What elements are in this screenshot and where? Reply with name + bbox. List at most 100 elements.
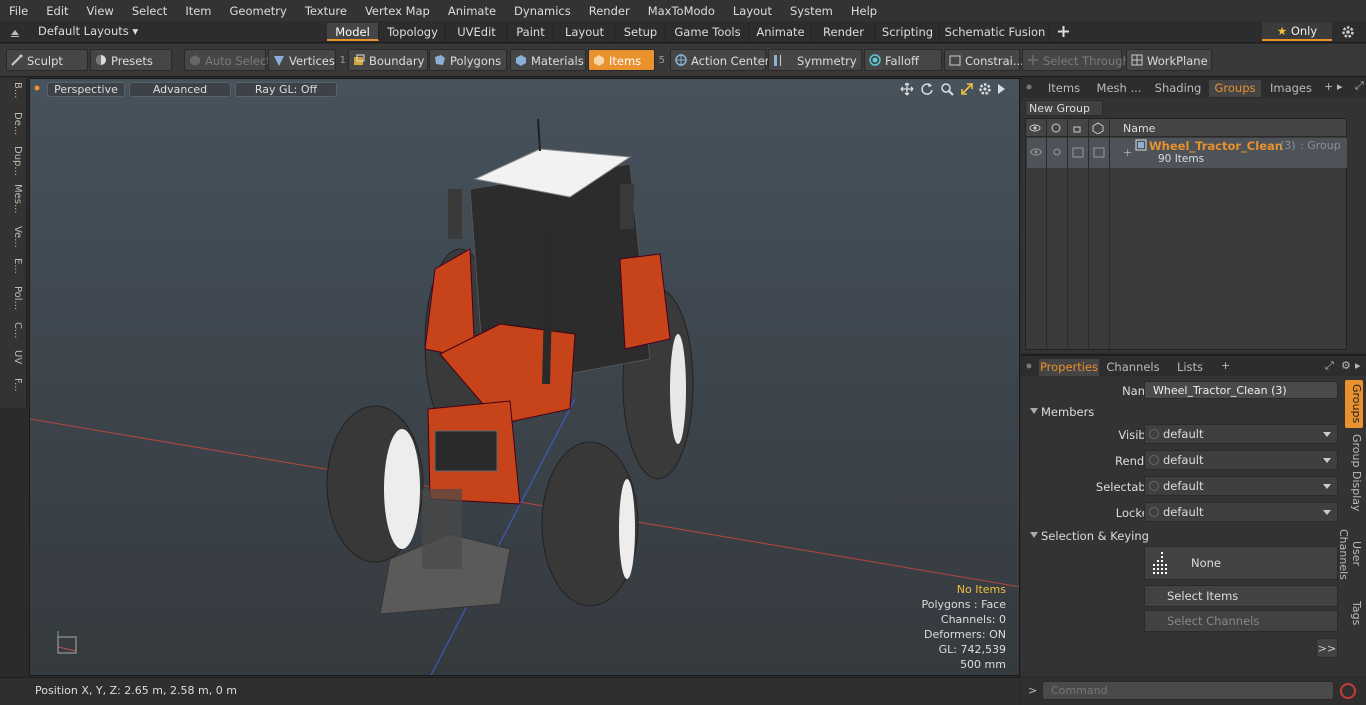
- ptab-properties[interactable]: Properties: [1039, 359, 1099, 376]
- menu-system[interactable]: System: [781, 4, 842, 18]
- rtab-shading[interactable]: Shading: [1151, 80, 1205, 97]
- left-tab-mesh-edit[interactable]: Mes...: [3, 184, 23, 214]
- gear-icon[interactable]: [1341, 25, 1355, 39]
- add-tab-icon[interactable]: [1057, 25, 1070, 38]
- menu-maxtomodo[interactable]: MaxToModo: [639, 4, 724, 18]
- menu-geometry[interactable]: Geometry: [221, 4, 296, 18]
- add-ptab-icon[interactable]: +: [1221, 359, 1230, 372]
- render-dropdown[interactable]: default: [1144, 450, 1338, 470]
- tab-uvedit[interactable]: UVEdit: [447, 23, 507, 41]
- props-expand-icon[interactable]: ⤢: [1325, 359, 1334, 373]
- expand-plus-icon[interactable]: +: [1123, 146, 1132, 159]
- polygons-button[interactable]: Polygons: [429, 49, 507, 71]
- name-input[interactable]: Wheel_Tractor_Clean (3): [1144, 381, 1338, 399]
- tab-scripting[interactable]: Scripting: [876, 23, 940, 41]
- left-tab-deform[interactable]: De...: [3, 112, 23, 135]
- tab-paint[interactable]: Paint: [508, 23, 554, 41]
- left-tab-polygon[interactable]: Pol...: [3, 286, 23, 310]
- collapse-up-icon[interactable]: [9, 26, 21, 38]
- props-more-icon[interactable]: ▸: [1355, 359, 1361, 372]
- auto-select-button[interactable]: Auto Select: [184, 49, 271, 71]
- side-tab-group-display[interactable]: Group Display: [1345, 434, 1363, 512]
- ptab-channels[interactable]: Channels: [1105, 359, 1161, 376]
- tab-game-tools[interactable]: Game Tools: [667, 23, 749, 41]
- left-tab-fusion[interactable]: F...: [3, 378, 23, 392]
- menu-vertex-map[interactable]: Vertex Map: [356, 4, 439, 18]
- menu-texture[interactable]: Texture: [296, 4, 356, 18]
- menu-item[interactable]: Item: [176, 4, 220, 18]
- rtab-images[interactable]: Images: [1265, 80, 1317, 97]
- side-tab-tags[interactable]: Tags: [1345, 598, 1363, 628]
- more-rtab-icon[interactable]: ▸: [1337, 80, 1343, 93]
- props-gear-icon[interactable]: ⚙: [1341, 359, 1351, 372]
- 3d-viewport[interactable]: Perspective Advanced Ray GL: Off No Item…: [29, 78, 1020, 676]
- tab-layout[interactable]: Layout: [555, 23, 615, 41]
- boundary-button[interactable]: Boundary: [348, 49, 428, 71]
- row-render-icon[interactable]: [1051, 146, 1063, 158]
- left-tab-basic[interactable]: B...: [3, 82, 23, 98]
- render-icon[interactable]: [1050, 122, 1062, 134]
- vertices-button[interactable]: Vertices 1: [268, 49, 346, 71]
- workplane-button[interactable]: WorkPlane: [1126, 49, 1212, 71]
- command-input[interactable]: [1042, 681, 1334, 700]
- rtab-mesh[interactable]: Mesh ...: [1091, 80, 1147, 97]
- menu-view[interactable]: View: [78, 4, 123, 18]
- side-tab-groups[interactable]: Groups: [1345, 380, 1363, 428]
- row-lock-icon[interactable]: [1072, 146, 1084, 158]
- rtab-groups[interactable]: Groups: [1209, 80, 1261, 97]
- menu-help[interactable]: Help: [842, 4, 886, 18]
- panel-expand-icon[interactable]: ⤢: [1355, 79, 1364, 93]
- select-through-button[interactable]: Select Through: [1022, 49, 1130, 71]
- side-tab-user-channels[interactable]: User Channels: [1337, 516, 1363, 592]
- menu-file[interactable]: File: [0, 4, 37, 18]
- menu-layout[interactable]: Layout: [724, 4, 781, 18]
- menu-dynamics[interactable]: Dynamics: [505, 4, 580, 18]
- group-row[interactable]: + Wheel_Tractor_Clean (3) : Group 90 Ite…: [1027, 138, 1347, 168]
- select-channels-button[interactable]: Select Channels: [1144, 610, 1338, 632]
- add-rtab-icon[interactable]: +: [1324, 80, 1333, 93]
- selectable-dropdown[interactable]: default: [1144, 476, 1338, 496]
- presets-button[interactable]: Presets: [90, 49, 172, 71]
- action-center-button[interactable]: Action Center: [670, 49, 769, 71]
- panel-menu-dot-icon[interactable]: [1025, 83, 1033, 91]
- groups-scrollbar[interactable]: [1349, 118, 1361, 350]
- tab-animate[interactable]: Animate: [750, 23, 812, 41]
- menu-animate[interactable]: Animate: [439, 4, 505, 18]
- lock-icon[interactable]: [1071, 122, 1083, 134]
- none-button[interactable]: None: [1144, 546, 1338, 580]
- materials-button[interactable]: Materials: [510, 49, 586, 71]
- left-tab-uv[interactable]: UV: [3, 350, 23, 364]
- left-tab-edge[interactable]: E...: [3, 258, 23, 274]
- constraints-button[interactable]: Constrai...: [944, 49, 1024, 71]
- tab-topology[interactable]: Topology: [380, 23, 446, 41]
- tab-setup[interactable]: Setup: [616, 23, 666, 41]
- only-button[interactable]: ★ Only: [1262, 22, 1332, 41]
- record-icon[interactable]: [1339, 682, 1357, 700]
- ptab-lists[interactable]: Lists: [1167, 359, 1213, 376]
- rtab-items[interactable]: Items: [1041, 80, 1087, 97]
- tab-render[interactable]: Render: [813, 23, 875, 41]
- visibility-eye-icon[interactable]: [1029, 122, 1041, 134]
- tab-model[interactable]: Model: [327, 23, 379, 41]
- left-tab-duplicate[interactable]: Dup...: [3, 146, 23, 176]
- members-section[interactable]: Members: [1029, 405, 1094, 419]
- items-button[interactable]: Items 5: [588, 49, 665, 71]
- menu-edit[interactable]: Edit: [37, 4, 77, 18]
- left-tab-vertex[interactable]: Ve...: [3, 226, 23, 248]
- menu-render[interactable]: Render: [580, 4, 639, 18]
- row-eye-icon[interactable]: [1030, 146, 1042, 158]
- left-tab-curve[interactable]: C...: [3, 322, 23, 339]
- locked-dropdown[interactable]: default: [1144, 502, 1338, 522]
- row-select-icon[interactable]: [1093, 146, 1105, 158]
- default-layouts-dropdown[interactable]: Default Layouts ▾: [38, 24, 138, 38]
- selection-keying-section[interactable]: Selection & Keying: [1030, 529, 1149, 543]
- more-button[interactable]: >>: [1316, 638, 1338, 658]
- sculpt-button[interactable]: Sculpt: [6, 49, 88, 71]
- tab-schematic-fusion[interactable]: Schematic Fusion: [941, 23, 1050, 41]
- select-items-button[interactable]: Select Items: [1144, 585, 1338, 607]
- visible-dropdown[interactable]: default: [1144, 424, 1338, 444]
- props-menu-dot-icon[interactable]: [1025, 362, 1033, 370]
- selectable-icon[interactable]: [1092, 122, 1104, 134]
- new-group-button[interactable]: New Group: [1025, 100, 1103, 116]
- symmetry-button[interactable]: Symmetry: [768, 49, 862, 71]
